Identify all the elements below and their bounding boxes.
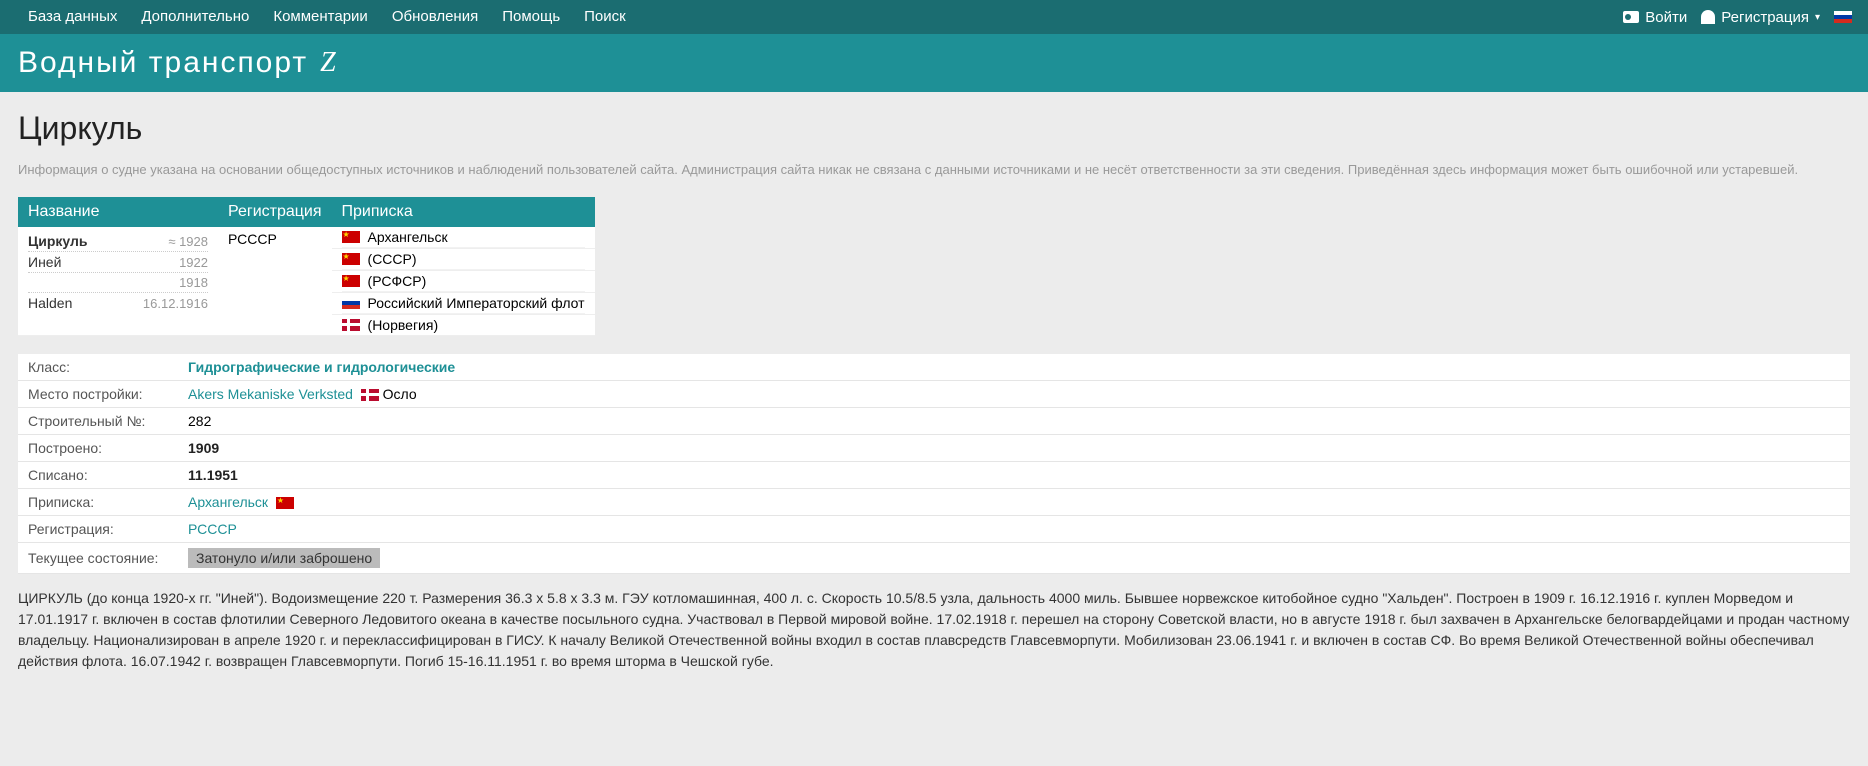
port-label: Архангельск (368, 229, 448, 245)
port-label: (СССР) (368, 251, 417, 267)
chevron-down-icon: ▾ (1815, 12, 1820, 23)
disclaimer-text: Информация о судне указана на основании … (18, 161, 1850, 179)
flag-ru-icon[interactable] (1834, 11, 1852, 23)
detail-label: Текущее состояние: (18, 543, 178, 574)
builder-city: Осло (383, 386, 417, 402)
login-label: Войти (1645, 9, 1687, 26)
logo-icon: Z (320, 47, 338, 79)
name-row: Циркуль ≈ 1928 (28, 231, 208, 252)
port-row[interactable]: Российский Императорский флот (342, 293, 585, 314)
summary-table: Название Регистрация Приписка Циркуль ≈ … (18, 197, 595, 336)
login-link[interactable]: Войти (1623, 9, 1687, 26)
nav-help[interactable]: Помощь (490, 0, 572, 34)
detail-label: Списано: (18, 462, 178, 489)
flag-ussr-icon (276, 497, 294, 509)
top-nav: База данных Дополнительно Комментарии Об… (0, 0, 1868, 34)
port-row[interactable]: (Норвегия) (342, 315, 585, 335)
details-table: Класс: Гидрографические и гидрологически… (18, 354, 1850, 574)
nav-search[interactable]: Поиск (572, 0, 638, 34)
id-card-icon (1623, 11, 1639, 23)
page-title: Циркуль (18, 110, 1850, 147)
nav-right: Войти Регистрация ▾ (1623, 9, 1852, 26)
register-label: Регистрация (1721, 9, 1809, 26)
reg-link[interactable]: РСССР (188, 521, 237, 537)
nav-database[interactable]: База данных (16, 0, 129, 34)
register-link[interactable]: Регистрация ▾ (1701, 9, 1820, 26)
main-content: Циркуль Информация о судне указана на ос… (0, 92, 1868, 690)
flag-ussr-icon (342, 231, 360, 243)
banner-text: Водный транспорт (18, 46, 308, 80)
name-label: Halden (28, 295, 72, 311)
class-link[interactable]: Гидрографические и гидрологические (188, 359, 455, 375)
detail-label: Класс: (18, 354, 178, 381)
flag-ussr-icon (342, 253, 360, 265)
nav-left: База данных Дополнительно Комментарии Об… (16, 0, 638, 34)
names-cell: Циркуль ≈ 1928 Иней 1922 1918 Halden 16.… (18, 227, 218, 336)
detail-value: 11.1951 (178, 462, 1850, 489)
detail-value: 1909 (178, 435, 1850, 462)
name-label: Циркуль (28, 233, 88, 249)
nav-comments[interactable]: Комментарии (261, 0, 379, 34)
detail-label: Приписка: (18, 489, 178, 516)
th-name: Название (18, 197, 218, 227)
flag-norway-icon (361, 389, 379, 401)
site-title[interactable]: Водный транспорт Z (18, 46, 1850, 80)
reg-cell: РСССР (218, 227, 332, 336)
name-date: ≈ 1928 (168, 234, 208, 249)
detail-label: Строительный №: (18, 408, 178, 435)
name-date: 16.12.1916 (143, 296, 208, 311)
site-banner: Водный транспорт Z (0, 34, 1868, 92)
port-link[interactable]: Архангельск (188, 494, 268, 510)
port-label: Российский Императорский флот (368, 295, 585, 311)
description-text: ЦИРКУЛЬ (до конца 1920-х гг. "Иней"). Во… (18, 588, 1850, 672)
detail-label: Место постройки: (18, 381, 178, 408)
th-reg: Регистрация (218, 197, 332, 227)
name-row: Иней 1922 (28, 252, 208, 273)
detail-label: Регистрация: (18, 516, 178, 543)
detail-label: Построено: (18, 435, 178, 462)
name-label: Иней (28, 254, 61, 270)
port-row[interactable]: (СССР) (342, 249, 585, 270)
flag-imperial-icon (342, 297, 360, 309)
builder-link[interactable]: Akers Mekaniske Verksted (188, 386, 353, 402)
detail-value: 282 (178, 408, 1850, 435)
nav-updates[interactable]: Обновления (380, 0, 490, 34)
user-icon (1701, 10, 1715, 24)
flag-norway-icon (342, 319, 360, 331)
port-label: (РСФСР) (368, 273, 427, 289)
status-badge: Затонуло и/или заброшено (188, 548, 380, 568)
port-label: (Норвегия) (368, 317, 439, 333)
name-date: 1922 (179, 255, 208, 270)
name-date: 1918 (179, 275, 208, 290)
port-row[interactable]: (РСФСР) (342, 271, 585, 292)
port-row[interactable]: Архангельск (342, 227, 585, 248)
nav-extra[interactable]: Дополнительно (129, 0, 261, 34)
name-row: Halden 16.12.1916 (28, 293, 208, 313)
flag-ussr-icon (342, 275, 360, 287)
th-port: Приписка (332, 197, 595, 227)
name-row: 1918 (28, 273, 208, 293)
